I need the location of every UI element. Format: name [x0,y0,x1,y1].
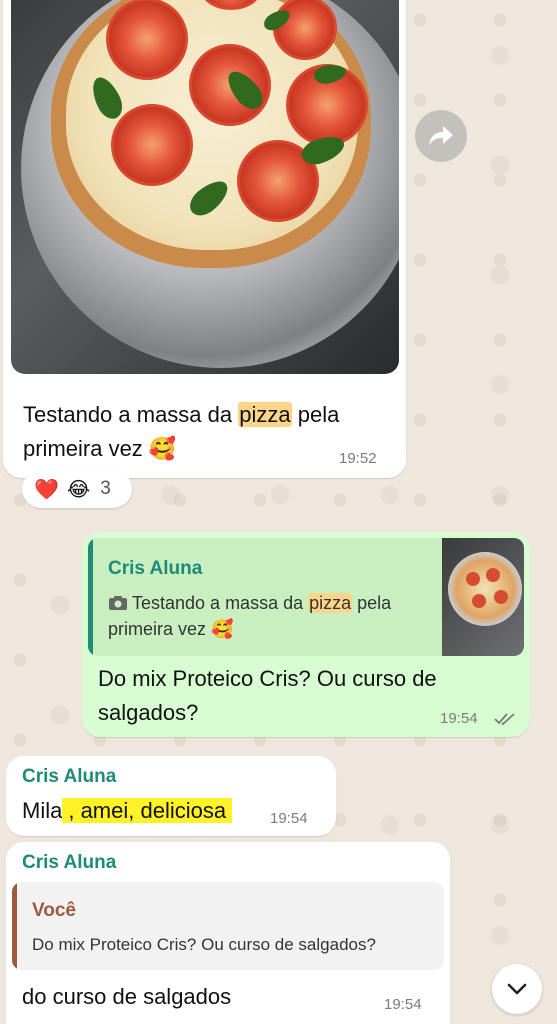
quote-bar [12,882,17,970]
thumbnail-tomato [466,572,480,586]
quoted-message[interactable]: Cris Aluna Testando a massa da pizza pel… [88,538,524,656]
sender-name: Cris Aluna [22,766,117,787]
quote-text-line2: primeira vez 🥰 [108,619,234,639]
message-photo-pizza[interactable]: Testando a massa da pizza pela primeira … [3,0,406,478]
forward-button[interactable] [415,110,467,162]
quote-text: Do mix Proteico Cris? Ou curso de salgad… [32,935,376,954]
message-text: Testando a massa da pizza pela [23,402,340,427]
tomato-slice [111,104,193,186]
chevron-down-icon [507,983,527,995]
forward-icon [429,126,453,146]
thumbnail-tomato [472,594,486,608]
message-text-line2: salgados? [98,700,199,725]
quote-sender-name: Você [32,900,77,921]
reactions-pill[interactable]: ❤️ 😂 3 [22,470,132,508]
tomato-slice [106,0,188,80]
quote-bar [88,538,93,656]
message-incoming-reply[interactable]: Cris Aluna Você Do mix Proteico Cris? Ou… [6,842,450,1024]
pizza-photo[interactable] [11,0,399,374]
sender-name: Cris Aluna [22,852,117,873]
quote-text: Testando a massa da pizza pela [108,590,391,616]
message-time: 19:54 [440,710,478,727]
quote-sender-name: Cris Aluna [108,558,203,579]
reaction-count: 3 [100,478,111,499]
thumbnail-tomato [486,568,500,582]
search-highlight: pizza [238,402,292,427]
double-check-icon [494,713,515,726]
message-text: do curso de salgados [22,984,232,1009]
message-incoming-amei[interactable]: Cris Aluna Mila, amei, deliciosa 19:54 [6,756,336,836]
message-text: Do mix Proteico Cris? Ou curso de [98,666,437,691]
marker-highlight: , amei, deliciosa [62,798,233,823]
message-text-line2: primeira vez 🥰 [23,436,177,461]
message-time: 19:54 [384,996,422,1013]
search-highlight: pizza [308,593,353,613]
message-reply-outgoing[interactable]: Cris Aluna Testando a massa da pizza pel… [82,532,530,737]
message-time: 19:52 [339,450,377,467]
camera-icon [109,596,127,610]
message-time: 19:54 [270,810,308,827]
laughing-reaction-icon: 😂 [66,478,91,501]
message-text: Mila, amei, deliciosa [22,794,233,828]
quoted-message[interactable]: Você Do mix Proteico Cris? Ou curso de s… [12,882,444,970]
thumbnail-tomato [494,590,508,604]
thumbnail-pizza [448,552,522,626]
quote-thumbnail [442,538,524,656]
scroll-to-bottom-button[interactable] [492,964,542,1014]
heart-reaction-icon: ❤️ [34,478,59,501]
